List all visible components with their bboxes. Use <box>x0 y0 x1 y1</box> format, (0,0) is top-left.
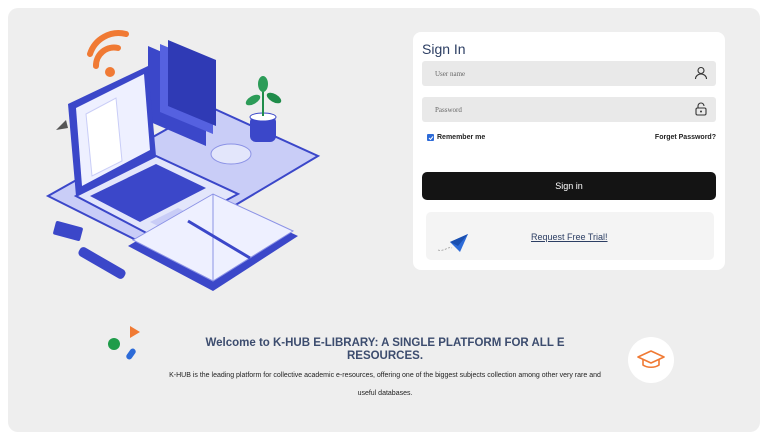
request-trial-link[interactable]: Request Free Trial! <box>531 232 608 242</box>
welcome-title: Welcome to K-HUB E-LIBRARY: A SINGLE PLA… <box>205 337 565 362</box>
remember-label: Remember me <box>437 134 486 141</box>
lock-icon[interactable] <box>694 102 708 116</box>
user-icon <box>694 66 708 80</box>
check-icon <box>428 135 433 140</box>
username-field[interactable] <box>422 61 716 86</box>
library-illustration <box>45 30 321 291</box>
graduation-cap-icon <box>637 350 665 369</box>
signin-button[interactable]: Sign in <box>422 172 716 200</box>
decorative-shapes <box>108 326 140 360</box>
password-field[interactable] <box>422 97 716 122</box>
signin-card: Sign In Remember me Forget Password? Sig… <box>413 32 725 270</box>
request-trial-box: Request Free Trial! <box>426 212 714 260</box>
remember-checkbox[interactable] <box>427 134 434 141</box>
signin-title: Sign In <box>422 41 466 57</box>
password-input[interactable] <box>422 97 682 122</box>
paper-plane-icon <box>437 234 468 252</box>
wifi-icon <box>87 30 129 77</box>
username-input[interactable] <box>422 61 682 86</box>
graduation-cap-badge <box>628 337 674 383</box>
remember-me[interactable]: Remember me <box>427 134 485 141</box>
welcome-description: K-HUB is the leading platform for collec… <box>169 372 601 397</box>
forgot-password-link[interactable]: Forget Password? <box>655 134 716 141</box>
